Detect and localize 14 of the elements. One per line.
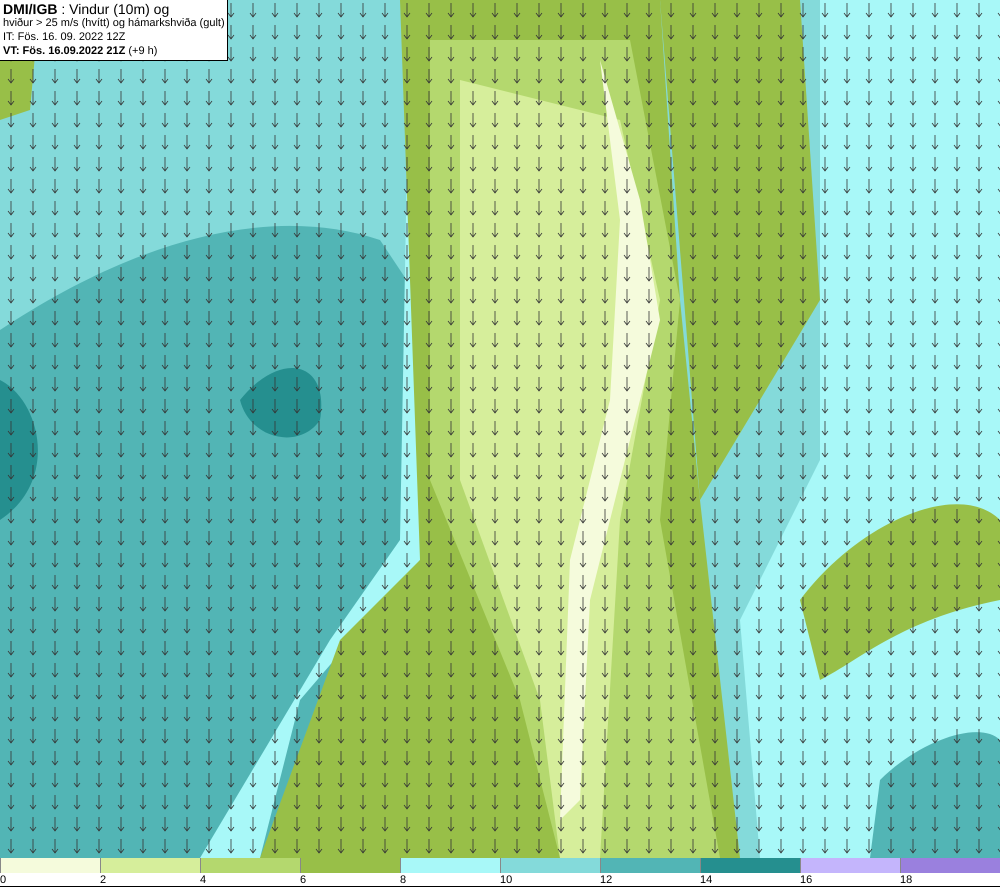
title-line: hviður > 25 m/s (hvítt) og hámarkshviða (gult): [3, 17, 224, 30]
title-line: IT: Fös. 16. 09. 2022 12Z: [3, 30, 126, 44]
title-line: VT: Fös. 16.09.2022 21Z (+9 h): [3, 44, 158, 58]
legend-label: 10: [500, 873, 512, 887]
legend-label: 2: [100, 873, 106, 887]
legend-label: 4: [200, 873, 206, 887]
legend-label: 16: [800, 873, 812, 887]
legend-label: 18: [900, 873, 912, 887]
legend-label: 6: [300, 873, 306, 887]
legend-label: 12: [600, 873, 612, 887]
legend-label: 8: [400, 873, 406, 887]
title-line: DMI/IGB : Vindur (10m) og: [3, 2, 170, 16]
legend-label: 0: [0, 873, 6, 887]
legend-label: 14: [700, 873, 712, 887]
